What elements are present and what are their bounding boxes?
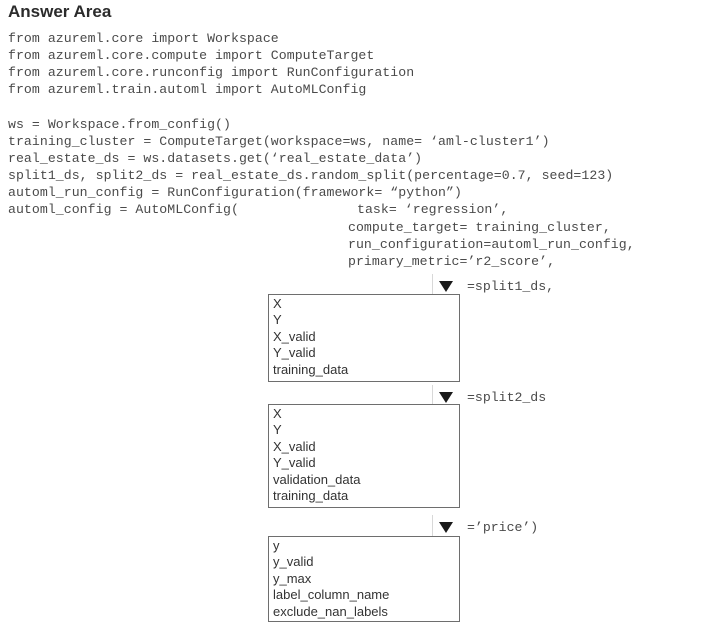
dropdown-option[interactable]: Y_valid: [273, 345, 459, 361]
dropdown-3-suffix: =’price’): [467, 519, 539, 535]
dropdown-option[interactable]: y_max: [273, 571, 459, 587]
dropdown-option[interactable]: X: [273, 406, 459, 422]
code-line-import: from azureml.core.runconfig import RunCo…: [8, 65, 415, 80]
dropdown-option[interactable]: training_data: [273, 488, 459, 504]
dropdown-option[interactable]: Y: [273, 422, 459, 438]
answer-area-title: Answer Area: [8, 2, 112, 21]
dropdown-1-header[interactable]: =split1_ds,: [439, 277, 554, 295]
dropdown-option[interactable]: validation_data: [273, 472, 459, 488]
dropdown-3-header[interactable]: =’price’): [439, 518, 538, 536]
code-line: automl_config = AutoMLConfig(: [8, 202, 239, 217]
dropdown-option[interactable]: y: [273, 538, 459, 554]
dropdown-option[interactable]: X_valid: [273, 329, 459, 345]
dropdown-option[interactable]: label_column_name: [273, 587, 459, 603]
dropdown-option[interactable]: y_valid: [273, 554, 459, 570]
dropdown-option[interactable]: X_valid: [273, 439, 459, 455]
dropdown-2-list[interactable]: X Y X_valid Y_valid validation_data trai…: [268, 404, 460, 508]
dropdown-option[interactable]: X: [273, 296, 459, 312]
code-line: automl_run_config = RunConfiguration(fra…: [8, 185, 462, 200]
dropdown-option[interactable]: Y_valid: [273, 455, 459, 471]
code-line: ws = Workspace.from_config(): [8, 117, 231, 132]
code-line-import: from azureml.core import Workspace: [8, 31, 279, 46]
code-line-import: from azureml.core.compute import Compute…: [8, 48, 375, 63]
dropdown-arrow-icon[interactable]: [439, 280, 453, 292]
code-line-import: from azureml.train.automl import AutoMLC…: [8, 82, 367, 97]
dropdown-1-list[interactable]: X Y X_valid Y_valid training_data: [268, 294, 460, 382]
code-line: real_estate_ds = ws.datasets.get(‘real_e…: [8, 151, 423, 166]
code-line-arg: compute_target= training_cluster,: [348, 220, 611, 235]
code-line: split1_ds, split2_ds = real_estate_ds.ra…: [8, 168, 614, 183]
dropdown-3-list[interactable]: y y_valid y_max label_column_name exclud…: [268, 536, 460, 622]
dropdown-option[interactable]: Y: [273, 312, 459, 328]
dropdown-arrow-icon[interactable]: [439, 521, 453, 533]
dropdown-option[interactable]: exclude_nan_labels: [273, 604, 459, 620]
code-line-arg: primary_metric=’r2_score’,: [348, 254, 556, 269]
dropdown-2-suffix: =split2_ds: [467, 389, 547, 405]
dropdown-option[interactable]: training_data: [273, 362, 459, 378]
code-line-arg: run_configuration=automl_run_config,: [348, 237, 635, 252]
code-line: training_cluster = ComputeTarget(workspa…: [8, 134, 550, 149]
dropdown-1-suffix: =split1_ds,: [467, 278, 555, 294]
code-line-task-arg: task= ‘regression’,: [357, 202, 509, 217]
dropdown-arrow-icon[interactable]: [439, 391, 453, 403]
